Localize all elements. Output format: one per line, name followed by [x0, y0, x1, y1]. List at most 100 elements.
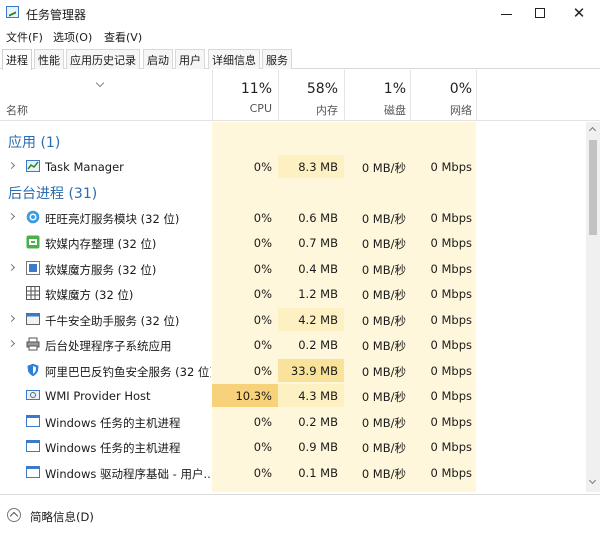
process-memory: 0.1 MB [298, 465, 338, 480]
minimize-icon [500, 13, 512, 15]
column-disk-header[interactable]: 磁盘 [346, 102, 406, 118]
process-table: 应用 (1) Task Manager 0% 8.3 MB 0 MB/秒 0 Mbps 后台… [0, 122, 600, 492]
wmi-host-icon [26, 388, 40, 402]
expand-arrow-icon[interactable] [7, 263, 16, 271]
process-row[interactable]: Windows 驱动程序基础 - 用户... 0% 0.1 MB 0 MB/秒 0 Mb… [0, 460, 586, 485]
process-cpu: 0% [253, 210, 272, 225]
printer-icon [26, 337, 40, 351]
column-name-header[interactable]: 名称 [6, 102, 28, 118]
process-name: WMI Provider Host [45, 389, 151, 403]
process-memory: 8.3 MB [298, 159, 338, 174]
menu-options[interactable]: 选项(O) [53, 29, 92, 45]
cube-service-icon [26, 260, 40, 275]
window-process-icon [26, 414, 40, 428]
tab-startup[interactable]: 启动 [143, 49, 173, 69]
process-memory: 0.4 MB [298, 261, 338, 276]
window-process-icon [26, 465, 40, 479]
task-manager-app-icon [6, 6, 19, 18]
minimize-button[interactable] [487, 0, 525, 26]
process-disk: 0 MB/秒 [361, 211, 406, 226]
menu-view[interactable]: 查看(V) [104, 29, 142, 45]
tab-app-history[interactable]: 应用历史记录 [66, 49, 140, 69]
tab-details[interactable]: 详细信息 [208, 49, 260, 69]
process-network: 0 Mbps [430, 261, 473, 276]
title-bar: 任务管理器 ✕ [0, 0, 600, 26]
process-row[interactable]: 千牛安全助手服务 (32 位) 0% 4.2 MB 0 MB/秒 0 Mbps [0, 307, 586, 332]
process-name: Task Manager [45, 159, 124, 174]
close-icon: ✕ [572, 4, 586, 22]
process-disk: 0 MB/秒 [361, 313, 406, 328]
process-row[interactable]: 旺旺亮灯服务模块 (32 位) 0% 0.6 MB 0 MB/秒 0 Mbps [0, 205, 586, 230]
tab-users[interactable]: 用户 [175, 49, 205, 69]
tab-processes[interactable]: 进程 [2, 49, 32, 70]
menu-file[interactable]: 文件(F) [6, 29, 43, 45]
process-row[interactable]: Windows 任务的主机进程 0% 0.9 MB 0 MB/秒 0 Mbps [0, 434, 586, 459]
group-header[interactable]: 应用 (1) [0, 128, 586, 153]
memory-total[interactable]: 58% [280, 81, 338, 97]
process-row[interactable]: Windows 任务的主机进程 0% 0.2 MB 0 MB/秒 0 Mbps [0, 409, 586, 434]
process-name: 千牛安全助手服务 (32 位) [45, 313, 180, 328]
maximize-icon [535, 8, 545, 18]
close-button[interactable]: ✕ [560, 0, 598, 26]
process-name: Windows 任务的主机进程 [45, 415, 181, 430]
vertical-scrollbar[interactable] [586, 122, 600, 492]
column-header: 名称 11% CPU 58% 内存 1% 磁盘 0% 网络 [0, 70, 600, 121]
process-cpu: 0% [253, 287, 272, 301]
memory-cleaner-icon [26, 235, 40, 249]
scroll-down-arrow-icon[interactable] [588, 476, 597, 485]
process-row[interactable]: 软媒魔方 (32 位) 0% 1.2 MB 0 MB/秒 0 Mbps [0, 281, 586, 306]
process-row[interactable]: 软媒魔方服务 (32 位) 0% 0.4 MB 0 MB/秒 0 Mbps [0, 256, 586, 281]
scroll-thumb[interactable] [589, 140, 597, 235]
group-title: 后台进程 (31) [8, 186, 98, 202]
column-divider [344, 70, 345, 121]
process-memory: 4.3 MB [298, 389, 338, 403]
fewer-details-link[interactable]: 简略信息(D) [30, 509, 94, 525]
process-name: Windows 任务的主机进程 [45, 441, 181, 455]
expand-arrow-icon[interactable] [7, 314, 16, 322]
expand-arrow-icon[interactable] [7, 212, 16, 220]
column-memory-header[interactable]: 内存 [280, 102, 338, 118]
grid-icon [26, 286, 40, 300]
process-disk: 0 MB/秒 [361, 466, 406, 481]
process-cpu: 0% [253, 159, 272, 174]
wangwang-icon [26, 210, 40, 224]
process-network: 0 Mbps [430, 338, 473, 352]
column-cpu-header[interactable]: CPU [214, 102, 272, 115]
maximize-button[interactable] [521, 0, 559, 26]
group-header[interactable]: 后台进程 (31) [0, 179, 586, 204]
column-divider [476, 70, 477, 121]
process-cpu: 0% [253, 236, 272, 250]
tab-bar: 进程 性能 应用历史记录 启动 用户 详细信息 服务 [0, 47, 600, 70]
network-total[interactable]: 0% [412, 81, 472, 97]
process-network: 0 Mbps [430, 465, 473, 480]
cpu-total[interactable]: 11% [214, 81, 272, 97]
group-title: 应用 (1) [8, 135, 61, 151]
process-disk: 0 MB/秒 [361, 441, 406, 455]
process-row[interactable]: 后台处理程序子系统应用 0% 0.2 MB 0 MB/秒 0 Mbps [0, 332, 586, 357]
collapse-chevron-icon[interactable] [7, 508, 21, 522]
process-name: 软媒魔方 (32 位) [45, 288, 134, 302]
process-disk: 0 MB/秒 [361, 390, 406, 404]
process-row[interactable]: 软媒内存整理 (32 位) 0% 0.7 MB 0 MB/秒 0 Mbps [0, 230, 586, 255]
tab-performance[interactable]: 性能 [34, 49, 64, 69]
process-row[interactable]: 阿里巴巴反钓鱼安全服务 (32 位) 0% 33.9 MB 0 MB/秒 0 Mbps [0, 358, 586, 383]
process-name: 旺旺亮灯服务模块 (32 位) [45, 211, 180, 226]
disk-total[interactable]: 1% [346, 81, 406, 97]
service-window-icon [26, 312, 40, 326]
process-row[interactable]: Task Manager 0% 8.3 MB 0 MB/秒 0 Mbps [0, 154, 586, 179]
process-disk: 0 MB/秒 [361, 339, 406, 353]
tab-services[interactable]: 服务 [262, 49, 292, 69]
process-disk: 0 MB/秒 [361, 262, 406, 277]
process-name: Windows 驱动程序基础 - 用户... [45, 466, 211, 481]
process-row[interactable]: WMI Provider Host 10.3% 4.3 MB 0 MB/秒 0 Mbps [0, 383, 586, 408]
process-cpu: 0% [253, 261, 272, 276]
process-disk: 0 MB/秒 [361, 288, 406, 302]
expand-arrow-icon[interactable] [7, 161, 16, 169]
process-memory: 0.2 MB [298, 338, 338, 352]
sort-chevron-icon[interactable] [95, 78, 105, 88]
process-disk: 0 MB/秒 [361, 364, 406, 379]
process-network: 0 Mbps [430, 210, 473, 225]
expand-arrow-icon[interactable] [7, 339, 16, 348]
column-network-header[interactable]: 网络 [412, 102, 472, 118]
scroll-up-arrow-icon[interactable] [588, 126, 597, 135]
